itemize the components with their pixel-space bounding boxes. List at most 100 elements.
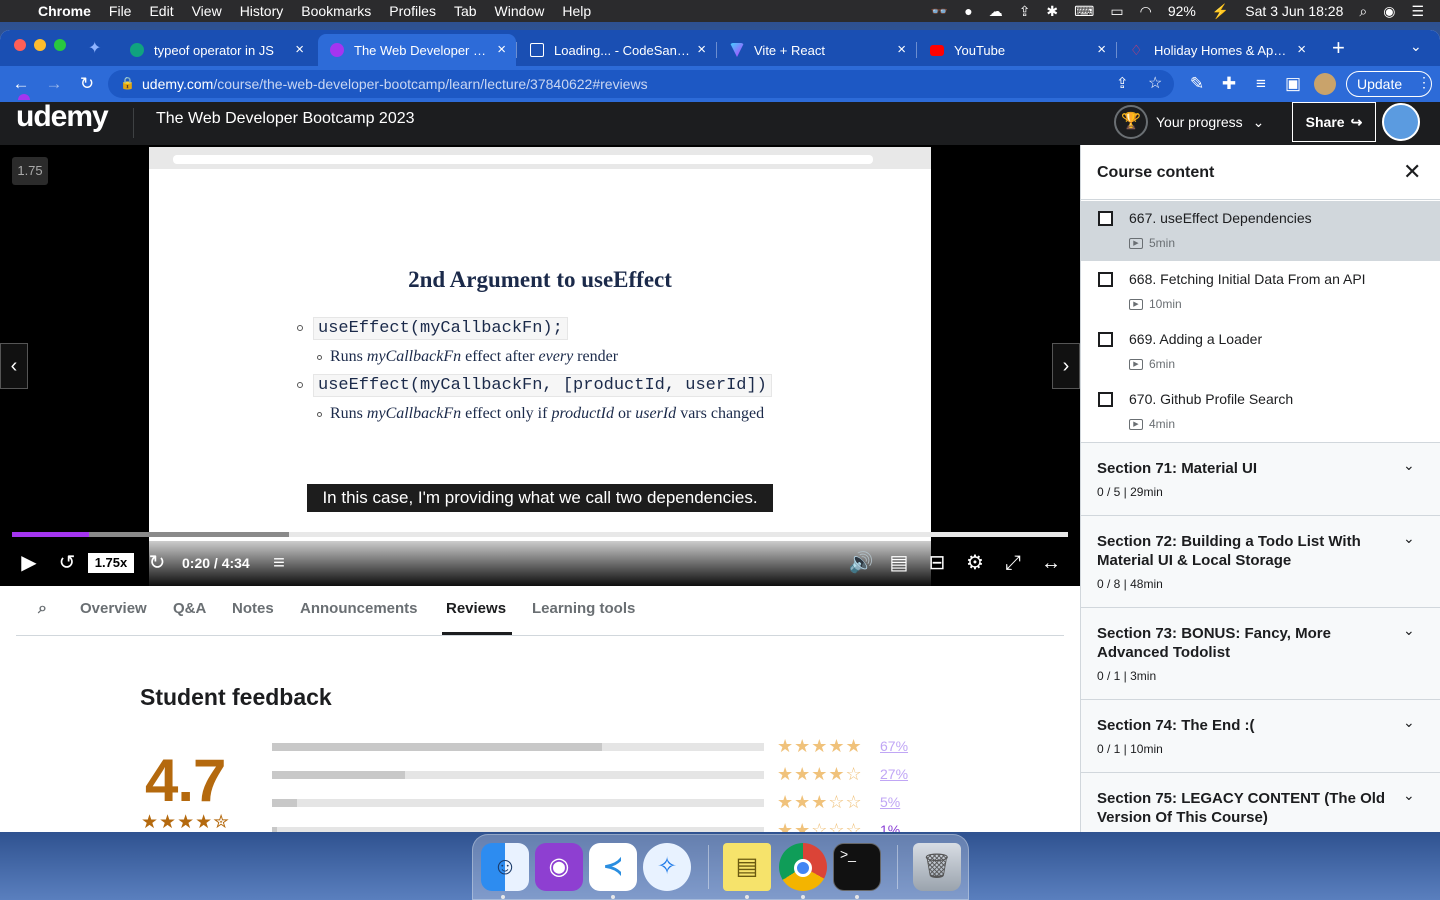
tab-search-chevron-icon[interactable]: ⌄ <box>1410 38 1422 55</box>
forward-icon[interactable]: → <box>43 73 65 95</box>
vscode-icon[interactable]: ≺ <box>589 843 637 891</box>
rating-percent-2[interactable]: 1% <box>880 822 900 832</box>
forward-5s-icon[interactable]: ↻ <box>144 551 170 575</box>
menu-bookmarks[interactable]: Bookmarks <box>301 3 371 19</box>
playback-rate-button[interactable]: 1.75x <box>88 553 134 573</box>
add-note-icon[interactable]: ≡ <box>266 551 292 575</box>
github-desktop-icon[interactable]: ◉ <box>535 843 583 891</box>
maximize-window-button[interactable] <box>54 39 66 51</box>
chrome-icon[interactable] <box>779 843 827 891</box>
previous-lecture-arrow-icon[interactable]: ‹ <box>0 343 28 389</box>
upload-icon[interactable]: ⇪ <box>1019 3 1031 20</box>
spotlight-search-icon[interactable]: ⌕ <box>1359 3 1367 20</box>
close-tab-icon[interactable]: × <box>295 41 304 58</box>
tab-web-developer-bootcamp[interactable]: The Web Developer Boo × <box>318 34 516 66</box>
rating-percent-5[interactable]: 67% <box>880 738 908 754</box>
battery-status-icon[interactable]: ▭ <box>1110 3 1123 20</box>
expand-width-icon[interactable]: ↔ <box>1038 551 1064 575</box>
lecture-item-667[interactable]: 667. useEffect Dependencies ▶ 5min <box>1081 201 1440 261</box>
menu-app-name[interactable]: Chrome <box>38 3 91 19</box>
minimize-window-button[interactable] <box>34 39 46 51</box>
reload-icon[interactable]: ↻ <box>76 73 98 95</box>
close-sidebar-icon[interactable]: ✕ <box>1403 159 1421 185</box>
finder-icon[interactable]: ☺ <box>481 843 529 891</box>
lecture-checkbox[interactable] <box>1098 272 1113 287</box>
tab-codesandbox[interactable]: Loading... - CodeSandb × <box>518 34 716 66</box>
menu-tab[interactable]: Tab <box>454 3 477 19</box>
side-panel-icon[interactable]: ▣ <box>1282 73 1304 95</box>
close-tab-icon[interactable]: × <box>897 41 906 58</box>
wifi-icon[interactable]: ◠ <box>1140 3 1152 20</box>
lecture-checkbox[interactable] <box>1098 332 1113 347</box>
captions-icon[interactable]: ⊟ <box>924 551 950 575</box>
section-74[interactable]: Section 74: The End :( 0 / 1 | 10min ⌄ <box>1081 699 1440 772</box>
rating-percent-3[interactable]: 5% <box>880 794 900 810</box>
lecture-item-668[interactable]: 668. Fetching Initial Data From an API ▶… <box>1081 262 1440 322</box>
site-info-icon[interactable]: 🔒 <box>120 76 135 90</box>
menu-window[interactable]: Window <box>495 3 545 19</box>
tab-notes[interactable]: Notes <box>232 600 274 617</box>
back-icon[interactable]: ← <box>10 73 32 95</box>
control-center-icon[interactable]: ☰ <box>1411 3 1424 20</box>
reading-list-icon[interactable]: ≡ <box>1250 73 1272 95</box>
rating-percent-4[interactable]: 27% <box>880 766 908 782</box>
section-71[interactable]: Section 71: Material UI 0 / 5 | 29min ⌄ <box>1081 442 1440 515</box>
section-72[interactable]: Section 72: Building a Todo List With Ma… <box>1081 515 1440 607</box>
bookmark-star-icon[interactable]: ☆ <box>1148 73 1162 93</box>
tab-overview[interactable]: Overview <box>80 600 147 617</box>
menu-help[interactable]: Help <box>562 3 591 19</box>
close-window-button[interactable] <box>14 39 26 51</box>
tab-vite-react[interactable]: Vite + React × <box>718 34 916 66</box>
menu-file[interactable]: File <box>109 3 132 19</box>
your-progress-button[interactable]: 🏆 Your progress ⌄ <box>1114 104 1264 140</box>
tab-qa[interactable]: Q&A <box>173 600 206 617</box>
address-bar[interactable]: 🔒 udemy.com/course/the-web-developer-boo… <box>108 70 1174 98</box>
menu-profiles[interactable]: Profiles <box>389 3 436 19</box>
share-page-icon[interactable]: ⇪ <box>1116 74 1129 92</box>
next-lecture-arrow-icon[interactable]: › <box>1052 343 1080 389</box>
volume-icon[interactable]: 🔊 <box>848 551 874 575</box>
udemy-logo[interactable]: udemy <box>16 94 109 134</box>
tab-reviews[interactable]: Reviews <box>446 600 506 617</box>
rewind-5s-icon[interactable]: ↺ <box>54 551 80 575</box>
search-icon[interactable]: ⌕ <box>38 600 47 618</box>
close-tab-icon[interactable]: × <box>697 41 706 58</box>
tab-holiday-homes[interactable]: ♢ Holiday Homes & Apartm × <box>1118 34 1316 66</box>
pen-extension-icon[interactable]: ✎ <box>1186 73 1208 95</box>
trash-icon[interactable]: 🗑 <box>913 843 961 891</box>
share-button[interactable]: Share ↪ <box>1292 102 1376 142</box>
video-player[interactable]: 2nd Argument to useEffect useEffect(myCa… <box>0 145 1080 586</box>
close-tab-icon[interactable]: × <box>497 41 506 58</box>
play-icon[interactable]: ▶ <box>16 551 42 575</box>
glasses-icon[interactable]: 👓 <box>931 3 948 20</box>
menu-view[interactable]: View <box>192 3 222 19</box>
update-button[interactable]: Update ⋮ <box>1346 71 1432 97</box>
siri-icon[interactable]: ◉ <box>1383 3 1395 20</box>
clock[interactable]: Sat 3 Jun 18:28 <box>1245 3 1343 19</box>
close-tab-icon[interactable]: × <box>1097 41 1106 58</box>
extensions-puzzle-icon[interactable]: ✚ <box>1218 73 1240 95</box>
sparkle-icon[interactable]: ✦ <box>88 38 101 58</box>
section-73[interactable]: Section 73: BONUS: Fancy, More Advanced … <box>1081 607 1440 699</box>
menu-history[interactable]: History <box>240 3 284 19</box>
more-menu-icon[interactable]: ⋮ <box>1417 74 1431 91</box>
tab-typeof-operator[interactable]: typeof operator in JS × <box>118 34 314 66</box>
terminal-icon[interactable]: >_ <box>833 843 881 891</box>
lecture-checkbox[interactable] <box>1098 392 1113 407</box>
safari-icon[interactable]: ✧ <box>643 843 691 891</box>
stickies-icon[interactable]: ▤ <box>723 843 771 891</box>
cloud-icon[interactable]: ☁ <box>989 3 1003 20</box>
tab-learning-tools[interactable]: Learning tools <box>532 600 635 617</box>
lecture-item-670[interactable]: 670. Github Profile Search ▶ 4min <box>1081 382 1440 442</box>
tab-announcements[interactable]: Announcements <box>300 600 418 617</box>
transcript-icon[interactable]: ▤ <box>886 551 912 575</box>
user-avatar[interactable] <box>1382 103 1420 141</box>
course-title[interactable]: The Web Developer Bootcamp 2023 <box>156 110 415 128</box>
keyboard-icon[interactable]: ⌨ <box>1074 3 1094 20</box>
profile-avatar[interactable] <box>1314 73 1336 95</box>
bluetooth-icon[interactable]: ✱ <box>1046 3 1058 20</box>
new-tab-button[interactable]: + <box>1332 35 1345 61</box>
close-tab-icon[interactable]: × <box>1297 41 1306 58</box>
battery-percent[interactable]: 92% <box>1168 3 1196 19</box>
video-progress-bar[interactable] <box>12 532 1068 537</box>
